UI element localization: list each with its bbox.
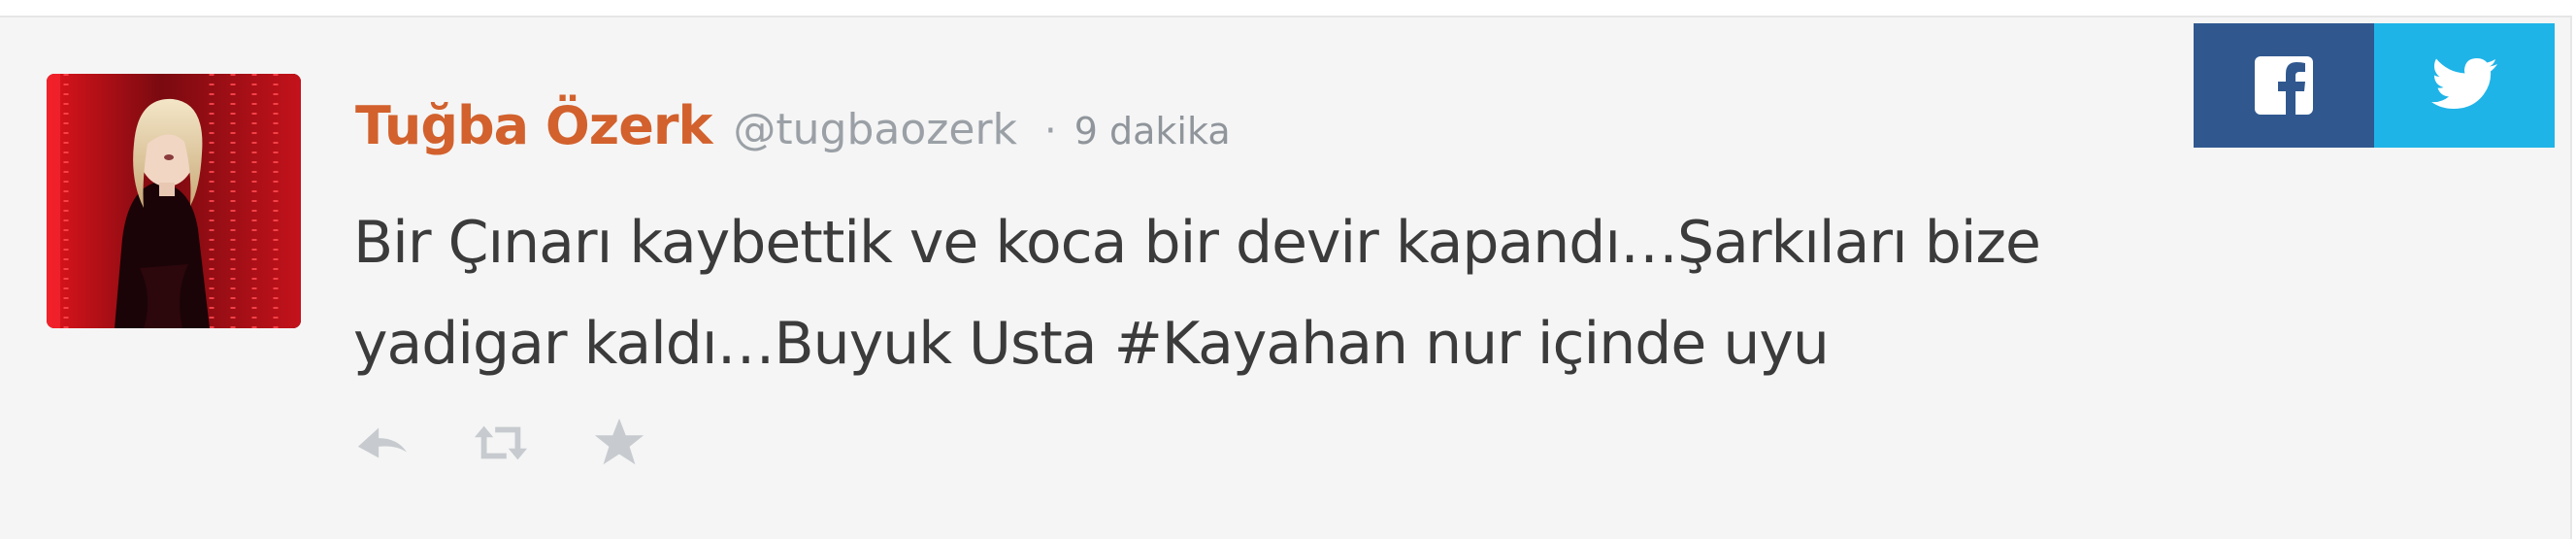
meta-separator: · xyxy=(1044,109,1057,153)
author-name[interactable]: Tuğba Özerk xyxy=(355,95,712,156)
tweet-text: Bir Çınarı kaybettik ve koca bir devir k… xyxy=(353,192,2295,394)
retweet-icon xyxy=(474,425,528,460)
avatar[interactable] xyxy=(47,74,301,328)
reply-icon xyxy=(357,427,408,458)
retweet-button[interactable] xyxy=(472,414,530,472)
timestamp[interactable]: 9 dakika xyxy=(1074,110,1231,152)
favorite-button[interactable] xyxy=(590,414,648,472)
facebook-icon xyxy=(2255,56,2313,117)
facebook-share-button[interactable] xyxy=(2194,23,2374,148)
tweet-header: Tuğba Özerk @tugbaozerk · 9 dakika xyxy=(355,95,1231,173)
reply-button[interactable] xyxy=(353,414,412,472)
tweet-text-line-2: yadigar kaldı…Buyuk Usta #Kayahan nur iç… xyxy=(353,310,1830,378)
avatar-photo xyxy=(47,74,301,328)
author-handle[interactable]: @tugbaozerk xyxy=(733,105,1017,154)
tweet-text-line-1: Bir Çınarı kaybettik ve koca bir devir k… xyxy=(353,209,2041,277)
favorite-star-icon xyxy=(594,418,644,465)
tweet-actions xyxy=(353,414,709,472)
twitter-share-button[interactable] xyxy=(2374,23,2555,148)
twitter-icon xyxy=(2431,58,2497,109)
embedded-tweet-card: Tuğba Özerk @tugbaozerk · 9 dakika Bir Ç… xyxy=(0,16,2572,539)
share-buttons xyxy=(2194,23,2555,148)
